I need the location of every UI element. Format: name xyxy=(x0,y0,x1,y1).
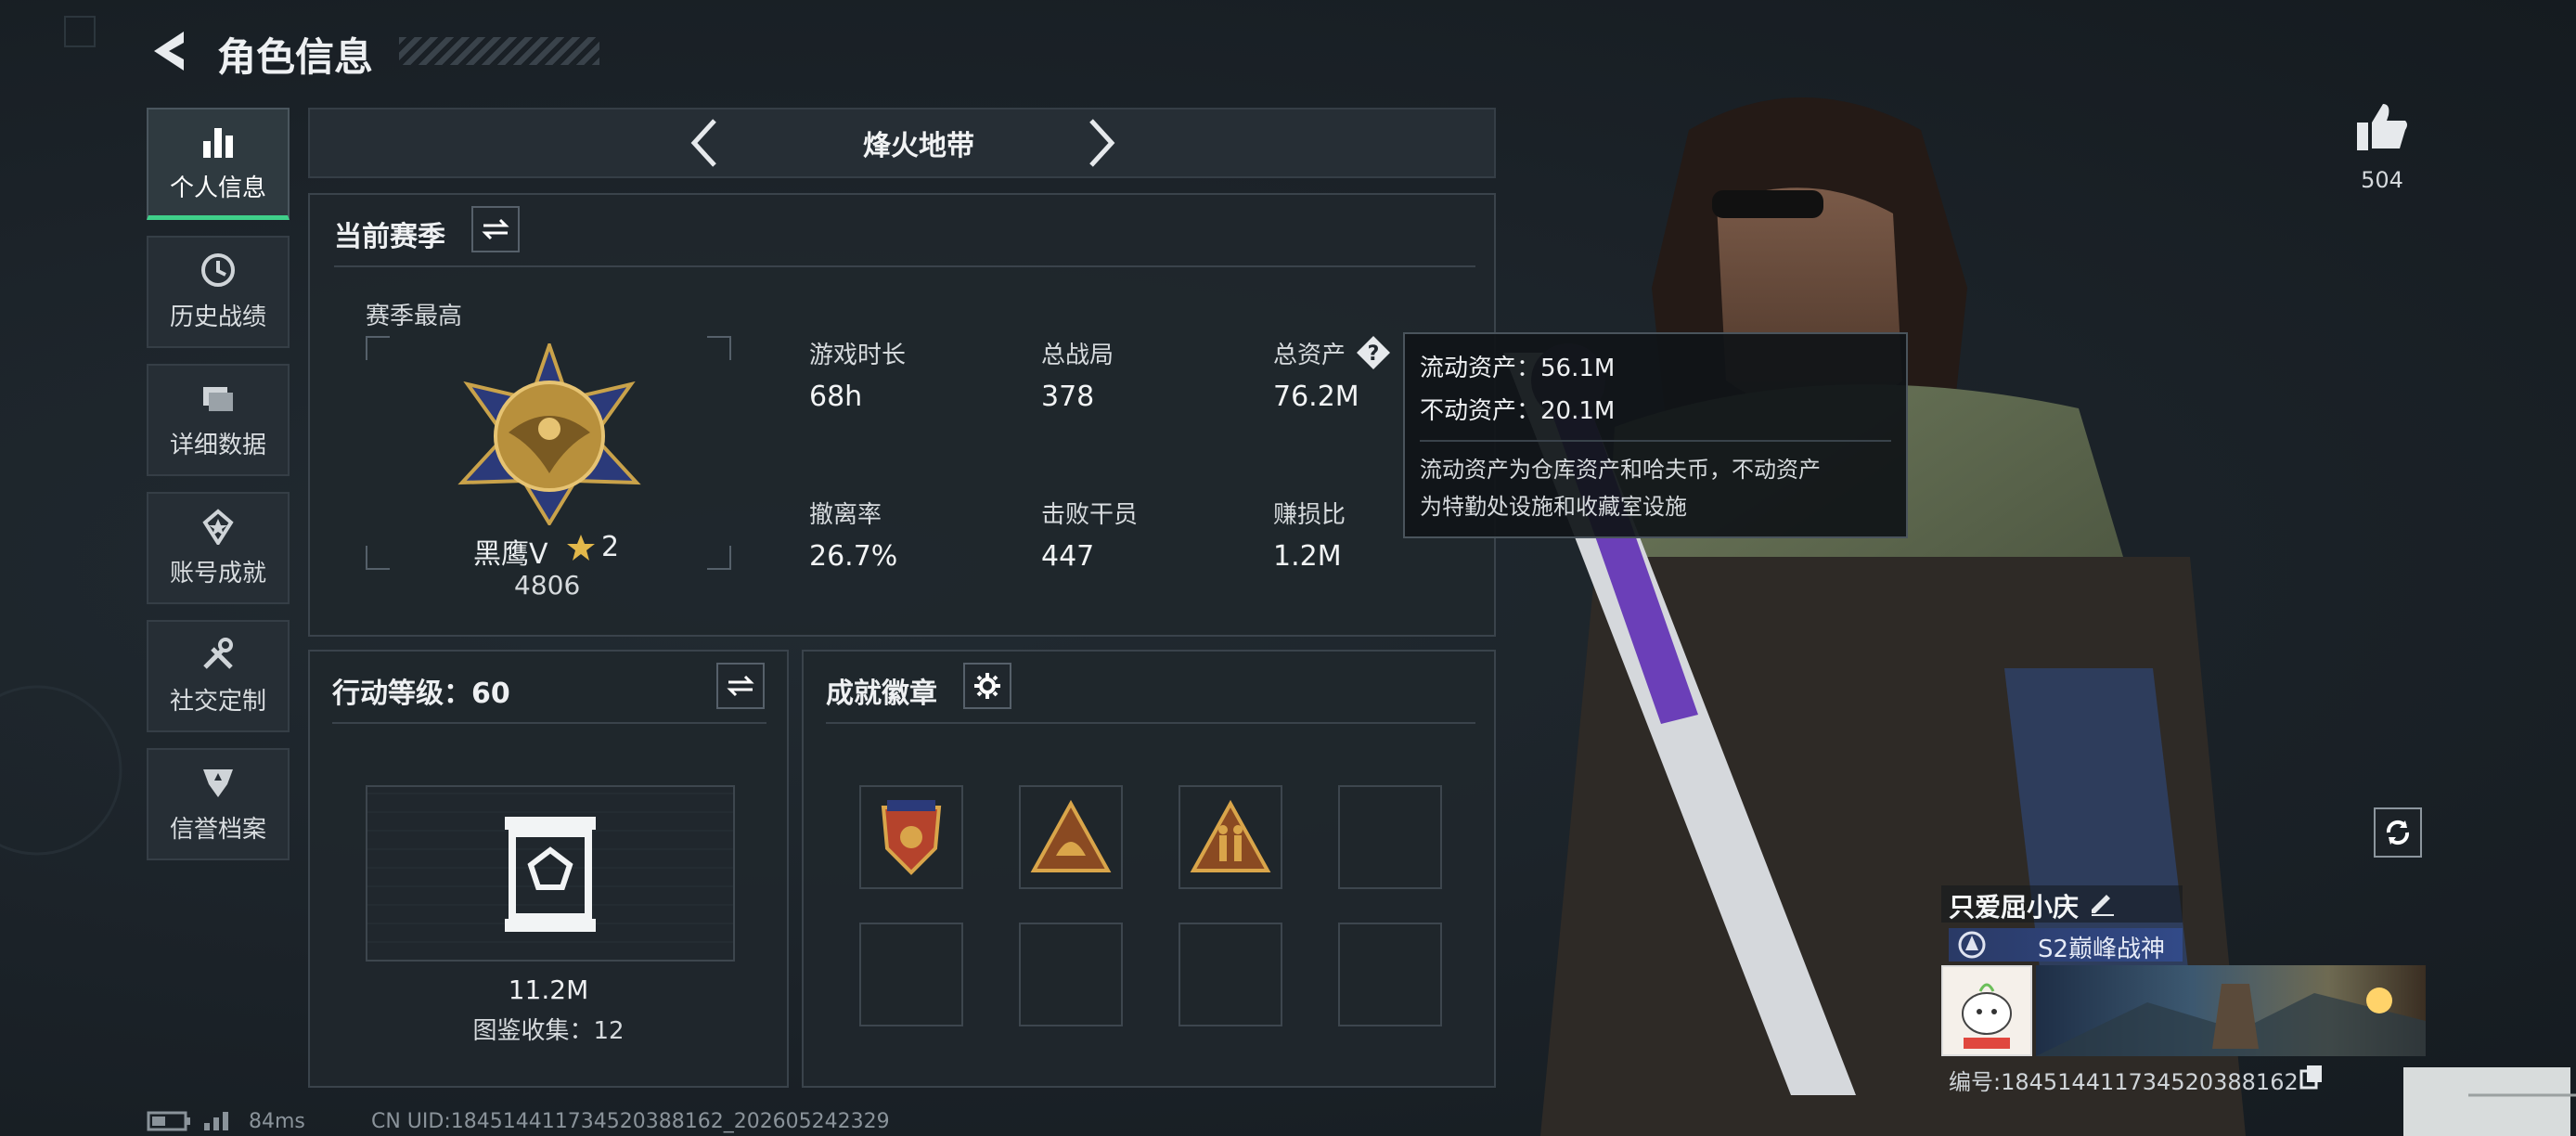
sidebar-item-label: 信誉档案 xyxy=(169,816,266,844)
folder-icon xyxy=(203,387,233,411)
player-id: 编号:1845144117345203881​62 xyxy=(1949,1069,2299,1095)
refresh-button[interactable] xyxy=(2374,807,2422,858)
collection-count: 图鉴收集：12 xyxy=(472,1017,625,1045)
sidebar-item-label: 历史战绩 xyxy=(169,303,266,331)
uid-text: CN UID:1845144117345203881​62_2026052423… xyxy=(371,1110,890,1133)
stat-label-extract-rate: 撤离率 xyxy=(809,501,882,529)
sidebar-item-social[interactable]: 社交定制 xyxy=(147,620,290,732)
badge-slot[interactable] xyxy=(1019,785,1123,889)
sidebar-item-label: 账号成就 xyxy=(169,560,266,587)
action-level-switch-button[interactable] xyxy=(716,663,765,709)
badge-slot[interactable] xyxy=(859,785,963,889)
season-best-label: 赛季最高 xyxy=(366,303,463,330)
mode-label: 烽火地带 xyxy=(863,130,974,162)
clock-history-icon xyxy=(201,253,235,287)
stat-label-total-assets: 总资产 xyxy=(1273,342,1346,369)
divider xyxy=(826,722,1475,724)
tools-icon xyxy=(203,638,233,669)
swap-icon xyxy=(482,218,509,240)
shield-badge-icon xyxy=(203,769,233,797)
ping: 84ms xyxy=(249,1110,305,1133)
bar-chart-icon xyxy=(203,127,233,158)
edit-icon[interactable] xyxy=(2088,887,2116,917)
chevron-left-icon[interactable] xyxy=(687,117,724,169)
stat-label-total-matches: 总战局 xyxy=(1041,342,1114,369)
sidebar-item-detailed-data[interactable]: 详细数据 xyxy=(147,364,290,476)
copy-icon[interactable] xyxy=(2299,1064,2324,1090)
tooltip-desc-2: 为特勤处设施和收藏室设施 xyxy=(1420,494,1687,520)
rank-score: 4806 xyxy=(514,570,581,600)
medal-star-icon xyxy=(202,509,234,545)
badge-slot-empty[interactable] xyxy=(1338,785,1442,889)
tooltip-liquid: 流动资产：56.1M xyxy=(1420,355,1616,382)
collection-case-icon xyxy=(505,817,596,932)
back-arrow-icon[interactable] xyxy=(147,26,193,76)
soldiers-triangle-badge-icon xyxy=(1190,799,1271,872)
stat-label-profit-ratio: 赚损比 xyxy=(1273,501,1346,529)
stat-value-total-assets: 76.2M xyxy=(1273,381,1359,413)
gear-icon xyxy=(974,673,1000,699)
assets-tooltip: 流动资产：56.1M 不动资产：20.1M 流动资产为仓库资产和哈夫币，不动资产… xyxy=(1403,332,1908,538)
swap-icon xyxy=(727,675,754,697)
frame-corner xyxy=(366,546,390,570)
title-decor xyxy=(399,37,599,65)
stat-value-kills: 447 xyxy=(1041,540,1095,573)
tooltip-fixed: 不动资产：20.1M xyxy=(1420,397,1616,425)
rank-emblem-icon xyxy=(457,343,641,525)
badge-slot-empty[interactable] xyxy=(1019,923,1123,1026)
banner-art xyxy=(2036,984,2426,1056)
season-switch-button[interactable] xyxy=(471,206,520,252)
stat-label-playtime: 游戏时长 xyxy=(809,342,907,369)
badge-slot-empty[interactable] xyxy=(1338,923,1442,1026)
tooltip-desc-1: 流动资产为仓库资产和哈夫币，不动资产 xyxy=(1420,457,1821,483)
peak-badge-icon xyxy=(1958,931,1986,959)
sidebar-item-personal-info[interactable]: 个人信息 xyxy=(147,108,290,220)
rank-name: 黑鹰V xyxy=(473,538,548,571)
sidebar-item-label: 社交定制 xyxy=(169,688,266,716)
frame-corner xyxy=(707,546,731,570)
help-icon[interactable]: ? xyxy=(1355,334,1392,371)
player-name: 只爱屈小庆 xyxy=(1949,892,2080,923)
action-level-value: 11.2M xyxy=(508,975,589,1005)
sidebar-item-reputation[interactable]: 信誉档案 xyxy=(147,748,290,860)
badge-slot[interactable] xyxy=(1179,785,1282,889)
signal-icon xyxy=(204,1112,228,1130)
sidebar-item-label: 详细数据 xyxy=(169,432,266,459)
page-title: 角色信息 xyxy=(217,34,374,80)
player-avatar[interactable] xyxy=(1941,965,2032,1056)
stat-value-profit-ratio: 1.2M xyxy=(1273,540,1342,573)
action-level-title: 行动等级：60 xyxy=(332,678,510,710)
likes-count: 504 xyxy=(2361,167,2403,193)
player-title: S2巅峰战神 xyxy=(2038,936,2166,963)
frame-corner xyxy=(707,336,731,360)
player-banner xyxy=(2036,965,2426,1056)
badge-slot-empty[interactable] xyxy=(859,923,963,1026)
avatar-mascot-icon xyxy=(1962,983,2012,1049)
frame-corner xyxy=(366,336,390,360)
divider xyxy=(332,722,766,724)
eagle-shield-badge-icon xyxy=(881,800,942,875)
stat-label-kills: 击败干员 xyxy=(1041,501,1139,529)
rank-stars: 2 xyxy=(601,531,620,563)
refresh-icon xyxy=(2386,820,2410,846)
achievements-settings-button[interactable] xyxy=(963,663,1011,709)
helmet-triangle-badge-icon xyxy=(1030,799,1112,872)
stat-value-playtime: 68h xyxy=(809,381,863,413)
stat-value-extract-rate: 26.7% xyxy=(809,540,898,573)
sidebar-item-history[interactable]: 历史战绩 xyxy=(147,236,290,348)
thumbs-up-icon[interactable] xyxy=(2355,102,2409,152)
achievements-title: 成就徽章 xyxy=(826,678,937,710)
battery-icon xyxy=(147,1111,190,1131)
svg-text:?: ? xyxy=(1368,342,1380,366)
divider xyxy=(334,265,1475,267)
chevron-right-icon[interactable] xyxy=(1082,117,1119,169)
season-title: 当前赛季 xyxy=(334,221,445,253)
badge-slot-empty[interactable] xyxy=(1179,923,1282,1026)
sidebar-item-achievements[interactable]: 账号成就 xyxy=(147,492,290,604)
sidebar-item-label: 个人信息 xyxy=(169,174,266,202)
stat-value-total-matches: 378 xyxy=(1041,381,1095,413)
star-icon xyxy=(567,535,595,561)
tooltip-divider xyxy=(1420,440,1891,442)
